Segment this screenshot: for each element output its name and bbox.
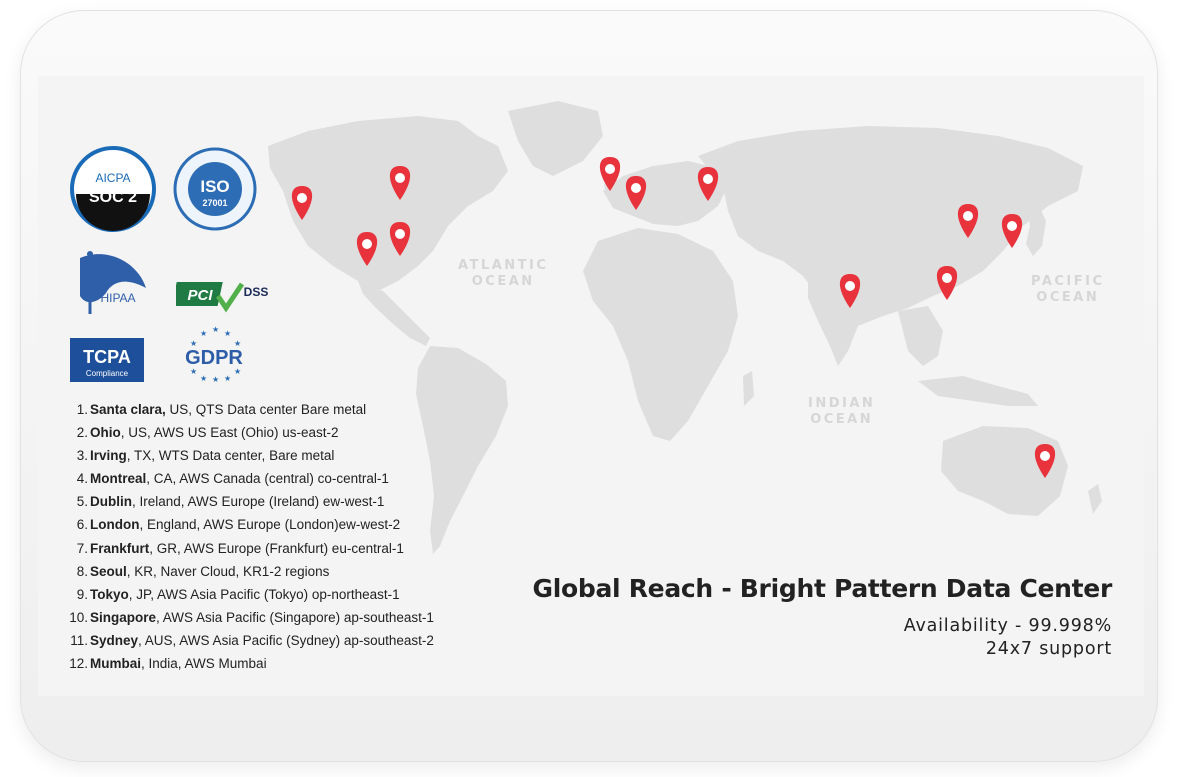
city-name: Dublin — [90, 494, 132, 510]
gdpr-badge: ★ ★ ★ ★ ★ ★ ★ ★ ★ ★ GDPR — [172, 325, 256, 384]
city-name: Tokyo — [90, 586, 129, 602]
tcpa-badge: TCPA Compliance — [70, 338, 144, 382]
location-detail: , KR, Naver Cloud, KR1-2 regions — [126, 563, 330, 579]
svg-text:27001: 27001 — [202, 198, 227, 208]
svg-text:★: ★ — [200, 374, 207, 382]
svg-text:AICPA: AICPA — [95, 171, 130, 185]
list-number: 2. — [76, 425, 88, 441]
city-name: Singapore — [90, 609, 157, 625]
location-detail: , GR, AWS Europe (Frankfurt) eu-central-… — [149, 540, 404, 556]
pci-dss-badge: PCI DSS — [171, 276, 274, 316]
svg-text:HIPAA: HIPAA — [100, 291, 135, 305]
city-name: Seoul — [90, 563, 127, 579]
pacific-ocean-label: PACIFIC OCEAN — [1031, 274, 1105, 305]
location-detail: , US, AWS US East (Ohio) us-east-2 — [120, 425, 339, 441]
list-number: 8. — [76, 563, 88, 579]
list-item: 9. Tokyo, JP, AWS Asia Pacific (Tokyo) op… — [68, 583, 434, 606]
svg-text:★: ★ — [224, 374, 231, 382]
city-name: Frankfurt — [90, 540, 150, 556]
location-detail: , CA, AWS Canada (central) co-central-1 — [146, 471, 389, 487]
location-detail: , AUS, AWS Asia Pacific (Sydney) ap-sout… — [138, 632, 434, 648]
svg-text:★: ★ — [212, 326, 219, 334]
soc2-badge: AICPA SOC 2 — [68, 146, 158, 232]
infographic-screen: ATLANTIC OCEAN INDIAN OCEAN PACIFIC OCEA… — [38, 76, 1144, 696]
list-number: 10. — [69, 609, 88, 625]
svg-text:PCI: PCI — [187, 287, 213, 304]
location-detail: , JP, AWS Asia Pacific (Tokyo) op-northe… — [128, 586, 400, 602]
list-number: 3. — [76, 448, 88, 464]
list-item: 7. Frankfurt, GR, AWS Europe (Frankfurt) … — [68, 537, 434, 560]
list-number: 4. — [76, 471, 88, 487]
city-name: Santa clara, — [90, 402, 166, 417]
svg-text:GDPR: GDPR — [185, 347, 243, 369]
location-detail: , India, AWS Mumbai — [141, 656, 267, 672]
svg-text:DSS: DSS — [244, 285, 269, 299]
iso-badge: ISO 27001 — [172, 146, 258, 232]
svg-text:★: ★ — [200, 329, 207, 338]
support-text: 24x7 support — [985, 639, 1112, 659]
city-name: Sydney — [90, 632, 139, 648]
city-name: London — [90, 517, 140, 533]
list-number: 12. — [69, 656, 88, 672]
city-name: Ohio — [90, 425, 121, 441]
list-number: 9. — [76, 586, 88, 602]
list-number: 7. — [76, 540, 88, 556]
list-number: 11. — [70, 632, 88, 648]
svg-text:★: ★ — [224, 329, 231, 338]
atlantic-ocean-label: ATLANTIC OCEAN — [458, 258, 549, 289]
city-name: Montreal — [90, 471, 147, 487]
list-item: 1. Santa clara, US, QTS Data center Bare … — [68, 398, 434, 421]
list-item: 12. Mumbai, India, AWS Mumbai — [68, 652, 434, 675]
list-number: 1. — [76, 402, 88, 417]
city-name: Mumbai — [90, 656, 142, 672]
list-item: 4. Montreal, CA, AWS Canada (central) co-… — [68, 467, 434, 490]
indian-ocean-label: INDIAN OCEAN — [808, 396, 876, 427]
list-item: 3. Irving, TX, WTS Data center, Bare meta… — [68, 444, 434, 467]
city-name: Irving — [90, 448, 127, 464]
list-number: 6. — [76, 517, 88, 533]
availability-text: Availability - 99.998% — [903, 616, 1112, 636]
svg-text:★: ★ — [212, 375, 219, 382]
list-number: 5. — [76, 494, 88, 510]
location-detail: , England, AWS Europe (London)ew-west-2 — [139, 517, 401, 533]
list-item: 2. Ohio, US, AWS US East (Ohio) us-east-2 — [68, 421, 434, 444]
map-pin-icon[interactable] — [936, 266, 958, 300]
list-item: 11. Sydney, AUS, AWS Asia Pacific (Sydney… — [68, 629, 434, 652]
location-detail: , AWS Asia Pacific (Singapore) ap-southe… — [156, 609, 434, 625]
svg-text:Compliance: Compliance — [86, 369, 129, 378]
location-detail: , TX, WTS Data center, Bare metal — [126, 448, 335, 464]
location-detail: , Ireland, AWS Europe (Ireland) ew-west-… — [132, 494, 385, 510]
page-title: Global Reach - Bright Pattern Data Cente… — [532, 574, 1113, 603]
svg-text:SOC 2: SOC 2 — [89, 189, 137, 206]
svg-text:ISO: ISO — [200, 177, 229, 196]
list-item: 8. Seoul, KR, Naver Cloud, KR1-2 regions — [68, 560, 434, 583]
svg-text:TCPA: TCPA — [83, 347, 131, 367]
location-detail: US, QTS Data center Bare metal — [165, 402, 367, 417]
list-item: 5. Dublin, Ireland, AWS Europe (Ireland) … — [68, 490, 434, 513]
data-center-list: 1. Santa clara, US, QTS Data center Bare … — [68, 398, 434, 675]
hipaa-badge: HIPAA — [68, 248, 150, 320]
list-item: 10. Singapore, AWS Asia Pacific (Singapor… — [68, 606, 434, 629]
list-item: 6. London, England, AWS Europe (London)ew… — [68, 513, 434, 536]
